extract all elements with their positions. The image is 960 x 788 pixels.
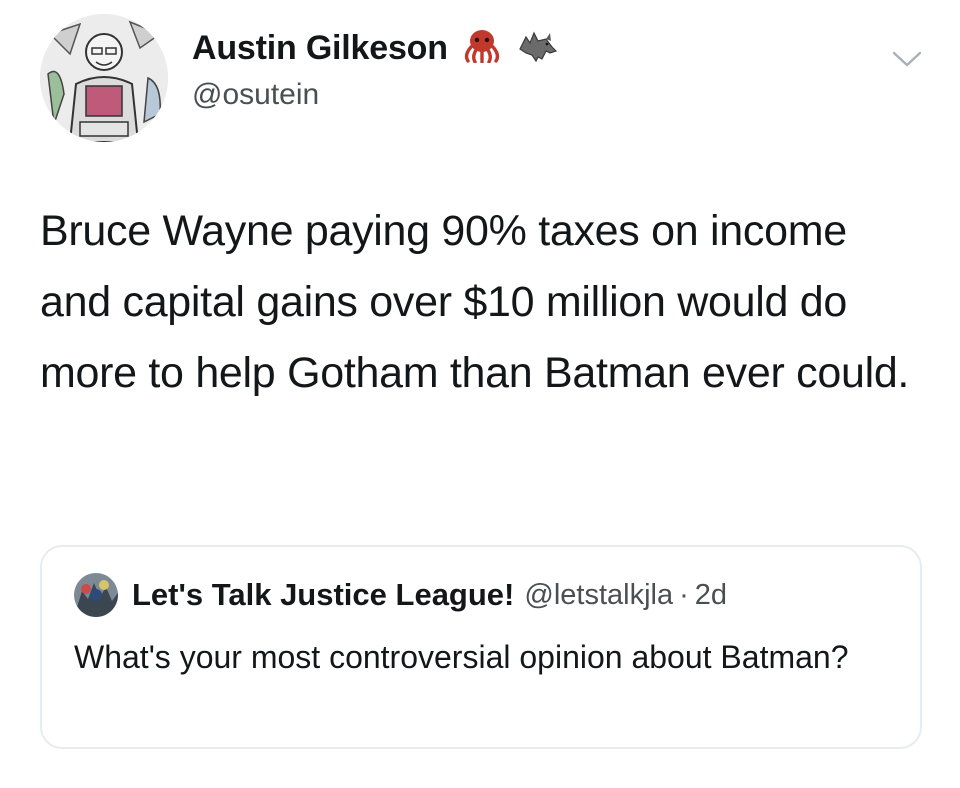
tweet-text: Bruce Wayne paying 90% taxes on income a… bbox=[40, 207, 910, 397]
quoted-timestamp[interactable]: 2d bbox=[695, 579, 727, 612]
quoted-separator: · bbox=[679, 578, 689, 611]
author-avatar[interactable] bbox=[40, 14, 168, 142]
quoted-author-avatar bbox=[74, 573, 118, 617]
author-display-name[interactable]: Austin Gilkeson bbox=[192, 29, 448, 68]
quoted-display-name[interactable]: Let's Talk Justice League! bbox=[132, 577, 514, 613]
quoted-tweet-header: Let's Talk Justice League! @letstalkjla … bbox=[74, 573, 727, 617]
author-handle[interactable]: @osutein bbox=[192, 78, 319, 112]
chevron-down-icon[interactable] bbox=[890, 48, 924, 70]
tweet-card: Austin Gilkeson @osutein Bruce Wayne pay… bbox=[0, 0, 960, 788]
quoted-tweet[interactable]: Let's Talk Justice League! @letstalkjla … bbox=[40, 545, 922, 749]
author-name-row: Austin Gilkeson bbox=[192, 28, 558, 68]
quoted-tweet-text: What's your most controversial opinion a… bbox=[74, 639, 849, 675]
wolf-emoji-icon bbox=[516, 29, 558, 68]
octopus-emoji-icon bbox=[462, 29, 502, 68]
quoted-handle[interactable]: @letstalkjla bbox=[524, 579, 673, 612]
